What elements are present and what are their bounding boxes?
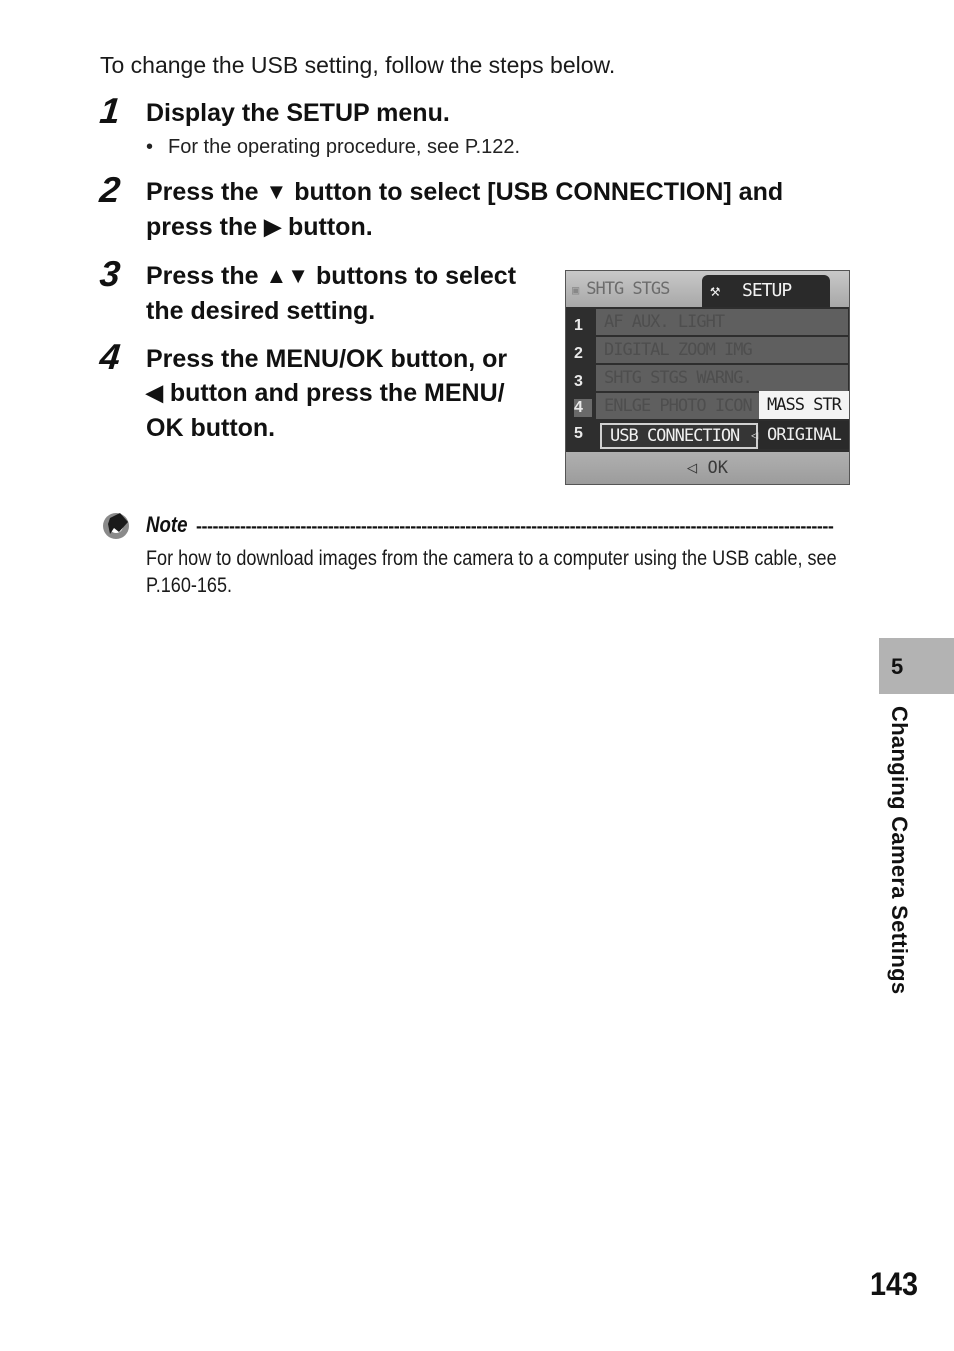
row-number: 1 xyxy=(574,317,583,334)
lcd-footer-ok: ◁ OK xyxy=(566,452,849,484)
row-number: 2 xyxy=(574,345,583,362)
note-pencil-icon xyxy=(102,512,130,540)
step-sub-note: • For the operating procedure, see P.122. xyxy=(146,136,520,159)
right-arrow-icon: ▶ xyxy=(264,214,282,239)
up-down-arrow-icon: ▲▼ xyxy=(265,263,310,288)
chapter-number: 5 xyxy=(891,654,904,679)
camera-screen-image: ▣ SHTG STGS ⚒ SETUP 1 AF AUX. LIGHT 2 DIG… xyxy=(565,270,850,485)
row-number: 4 xyxy=(574,399,592,417)
chapter-title: Changing Camera Settings xyxy=(887,706,912,995)
option-mass-storage: MASS STR xyxy=(759,391,849,419)
step-number: 2 xyxy=(97,169,123,210)
note-line: P.160-165. xyxy=(146,574,233,597)
tab-label: SETUP xyxy=(742,280,792,301)
left-arrow-icon: ◀ xyxy=(146,380,163,405)
row-number: 5 xyxy=(574,425,583,442)
lcd-tab-shooting: ▣ SHTG STGS xyxy=(572,279,670,299)
text: button and press the MENU/ xyxy=(162,379,505,407)
bullet: • xyxy=(146,136,154,158)
page-number: 143 xyxy=(870,1266,919,1302)
lcd-tab-setup: ⚒ SETUP xyxy=(702,275,830,309)
text: Press the xyxy=(146,262,266,290)
note-divider: ----------------------------------------… xyxy=(196,516,834,536)
text: Press the xyxy=(146,178,266,206)
text: press the xyxy=(146,213,265,241)
note-line: For how to download images from the came… xyxy=(146,547,837,570)
menu-row: DIGITAL ZOOM IMG xyxy=(596,337,848,363)
note-title: Note xyxy=(146,512,188,537)
lcd-tab-bar: ▣ SHTG STGS ⚒ SETUP xyxy=(566,271,849,309)
sub-text: For the operating procedure, see P.122. xyxy=(168,136,521,158)
step-text: Press the ▼ button to select [USB CONNEC… xyxy=(146,175,783,245)
menu-row: SHTG STGS WARNG. xyxy=(596,365,848,391)
step-text: Press the MENU/OK button, or ◀ button an… xyxy=(146,342,507,445)
step-number: 3 xyxy=(97,253,123,294)
intro-text: To change the USB setting, follow the st… xyxy=(100,52,616,78)
menu-row: AF AUX. LIGHT xyxy=(596,309,848,335)
left-triangle-icon: ◁ xyxy=(751,428,759,442)
menu-row-selected: USB CONNECTION xyxy=(600,423,758,449)
text: button to select [USB CONNECTION] and xyxy=(287,178,784,206)
text: OK button. xyxy=(146,414,276,442)
text: Press the MENU/OK button, or xyxy=(146,345,508,373)
row-number: 3 xyxy=(574,373,583,390)
wrench-icon: ⚒ xyxy=(710,281,721,301)
step-text: Press the ▲▼ buttons to select the desir… xyxy=(146,259,516,328)
tab-label: SHTG STGS xyxy=(586,279,670,299)
text: button. xyxy=(281,213,373,241)
camera-icon: ▣ xyxy=(572,283,579,297)
step-text: Display the SETUP menu. xyxy=(146,99,450,127)
option-original: ORIGINAL xyxy=(759,421,849,449)
chapter-tab: 5 xyxy=(879,638,954,694)
text: buttons to select xyxy=(309,262,517,290)
note-body: For how to download images from the came… xyxy=(146,545,837,599)
lcd-menu-list: 1 AF AUX. LIGHT 2 DIGITAL ZOOM IMG 3 SHT… xyxy=(566,307,849,453)
step-number: 4 xyxy=(97,336,123,377)
down-arrow-icon: ▼ xyxy=(265,179,288,204)
step-number: 1 xyxy=(97,90,123,131)
text: the desired setting. xyxy=(146,297,376,325)
